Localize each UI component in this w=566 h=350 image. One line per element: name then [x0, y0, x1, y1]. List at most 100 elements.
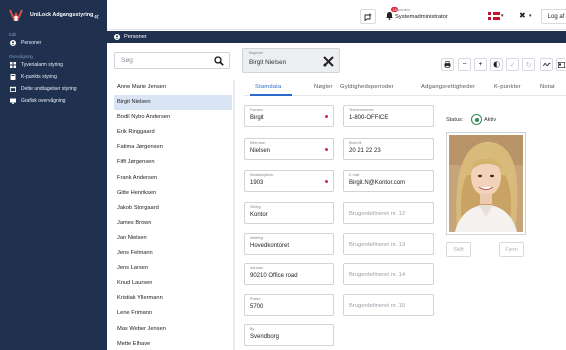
- app-title: UniLock Adgangsstyring: [30, 12, 94, 18]
- last-name-field[interactable]: Efternavn Nielsen: [244, 138, 334, 160]
- status-label: Status:: [446, 117, 464, 123]
- email-field[interactable]: E-mail Birgit.N@Kontor.com: [343, 170, 434, 192]
- employee-number-field[interactable]: Medarbejdernr. 1903: [244, 170, 334, 192]
- sign-button[interactable]: [540, 58, 553, 71]
- person-icon: [10, 40, 16, 46]
- search-placeholder: Søg: [121, 57, 133, 64]
- tab-stamdata[interactable]: Stamdata: [255, 84, 281, 90]
- shortcut-button[interactable]: [360, 9, 376, 24]
- phone-field[interactable]: Telefonnummer 1-800-OFFICE: [343, 105, 434, 127]
- list-item[interactable]: Max Weber Jensen: [114, 322, 232, 337]
- danish-flag-icon: [488, 12, 500, 20]
- list-item[interactable]: Gitte Henriksen: [114, 186, 232, 201]
- field-label: Adresse: [250, 266, 264, 270]
- postal-code-field[interactable]: Postnr. 5700: [244, 294, 334, 316]
- required-dot-icon: [325, 115, 328, 118]
- language-selector[interactable]: ▾: [485, 9, 509, 24]
- list-item[interactable]: Knud Laursen: [114, 276, 232, 291]
- list-scrollbar[interactable]: [233, 80, 235, 350]
- list-item[interactable]: Bodil Nybo Andersen: [114, 110, 232, 125]
- field-value: Svendborg: [250, 334, 280, 340]
- address-field[interactable]: Adresse 90210 Office road: [244, 263, 334, 285]
- field-label: By: [250, 327, 255, 331]
- selected-person-field: Begeven Birgit Nielsen: [242, 48, 340, 73]
- copy-icon: [493, 61, 500, 68]
- logout-button[interactable]: Log af: [541, 9, 566, 24]
- field-value: 90210 Office road: [250, 273, 298, 279]
- field-value: Birgit.N@Kontor.com: [349, 180, 406, 186]
- list-item[interactable]: Erik Ringgaard: [114, 125, 232, 140]
- custom-field-12[interactable]: Brugerdefineret nr. 12: [343, 202, 434, 224]
- remove-button[interactable]: −: [458, 58, 471, 71]
- sidebar-item-label: K-punkts styring: [21, 74, 57, 80]
- save-button[interactable]: ✓: [506, 58, 519, 71]
- sidebar-item-graphic[interactable]: Grafisk overvågning: [0, 95, 107, 107]
- search-input[interactable]: Søg: [114, 52, 230, 69]
- tab-adgangsrettigheder[interactable]: Adgangsrettigheder: [421, 84, 475, 90]
- card-button[interactable]: [556, 58, 566, 71]
- list-item[interactable]: James Brown: [114, 216, 232, 231]
- list-item[interactable]: Jakob Storgaard: [114, 201, 232, 216]
- sidebar-item-kpoint[interactable]: K-punkts styring: [0, 71, 107, 83]
- collapse-sidebar-icon[interactable]: «: [94, 11, 99, 21]
- city-field[interactable]: By Svendborg: [244, 324, 334, 346]
- add-button[interactable]: +: [474, 58, 487, 71]
- remove-photo-button[interactable]: Fjern: [499, 242, 524, 257]
- tools-icon[interactable]: [323, 56, 334, 67]
- field-value: Kontor: [250, 212, 268, 218]
- user-role: Operator: [395, 8, 410, 12]
- list-item[interactable]: Jan Nielsen: [114, 231, 232, 246]
- field-placeholder: Brugerdefineret nr. 14: [349, 272, 406, 278]
- person-photo: [449, 135, 523, 232]
- first-name-field[interactable]: Fornavn Birgit: [244, 105, 334, 127]
- tab-k-punkter[interactable]: K-punkter: [494, 84, 521, 90]
- selected-person-label: Begeven: [249, 51, 264, 55]
- list-item[interactable]: Mette Elhave: [114, 337, 232, 350]
- status-radio[interactable]: [471, 114, 482, 125]
- sidebar-item-exceptions[interactable]: Dette undtagelser styring: [0, 83, 107, 95]
- required-dot-icon: [325, 180, 328, 183]
- user-name[interactable]: Systemadministrator: [395, 14, 448, 20]
- list-item[interactable]: Fiffi Jørgensen: [114, 155, 232, 170]
- print-button[interactable]: [441, 58, 454, 71]
- list-item[interactable]: Frank Andersen: [114, 171, 232, 186]
- change-photo-button[interactable]: Skift: [446, 242, 471, 257]
- status-value: Aktiv: [484, 117, 497, 123]
- person-list: Anne Marie Jensen Birgit Nielsen Bodil Nyb…: [114, 80, 232, 350]
- field-label: Stilling: [250, 205, 261, 209]
- field-value: Birgit: [250, 115, 264, 121]
- sidebar-item-alarm[interactable]: Tyverialarm styring: [0, 59, 107, 71]
- notifications-button[interactable]: 16: [385, 7, 399, 22]
- search-icon[interactable]: [214, 56, 224, 66]
- list-item[interactable]: Anne Marie Jensen: [114, 80, 232, 95]
- mobile-field[interactable]: Mobil tlf. 20 21 22 23: [343, 138, 434, 160]
- grid-icon: [10, 62, 16, 68]
- list-item[interactable]: Jens Felmann: [114, 246, 232, 261]
- selected-person-value: Birgit Nielsen: [249, 59, 287, 66]
- signature-icon: [542, 62, 551, 67]
- field-placeholder: Brugerdefineret nr. 13: [349, 242, 406, 248]
- position-field[interactable]: Stilling Kontor: [244, 202, 334, 224]
- tab-notat[interactable]: Notat: [540, 84, 555, 90]
- department-field[interactable]: Afdeling Hovedkontoret: [244, 233, 334, 255]
- custom-field-14[interactable]: Brugerdefineret nr. 14: [343, 263, 434, 285]
- tab-noegler[interactable]: Nøgler: [314, 84, 333, 90]
- list-item[interactable]: Kristiak Yllermann: [114, 291, 232, 306]
- custom-field-15[interactable]: Brugerdefineret nr. 15: [343, 294, 434, 316]
- field-label: Mobil tlf.: [349, 141, 363, 145]
- field-placeholder: Brugerdefineret nr. 15: [349, 303, 406, 309]
- section-header: Personer: [107, 31, 566, 43]
- list-item[interactable]: Lene Frimann: [114, 306, 232, 321]
- keypad-icon: [10, 74, 16, 80]
- custom-field-13[interactable]: Brugerdefineret nr. 13: [343, 233, 434, 255]
- tools-menu[interactable]: ✖ ▾: [515, 9, 537, 24]
- tab-gyldighedsperioder[interactable]: Gyldighedsperioder: [340, 84, 394, 90]
- field-label: Postnr.: [250, 297, 262, 301]
- list-item[interactable]: Fatima Jørgensen: [114, 140, 232, 155]
- copy-button[interactable]: [490, 58, 503, 71]
- field-placeholder: Brugerdefineret nr. 12: [349, 211, 406, 217]
- sidebar-item-persons[interactable]: Personer: [0, 37, 107, 49]
- undo-button[interactable]: ↻: [522, 58, 535, 71]
- list-item[interactable]: Jens Larsen: [114, 261, 232, 276]
- list-item[interactable]: Birgit Nielsen: [114, 95, 232, 111]
